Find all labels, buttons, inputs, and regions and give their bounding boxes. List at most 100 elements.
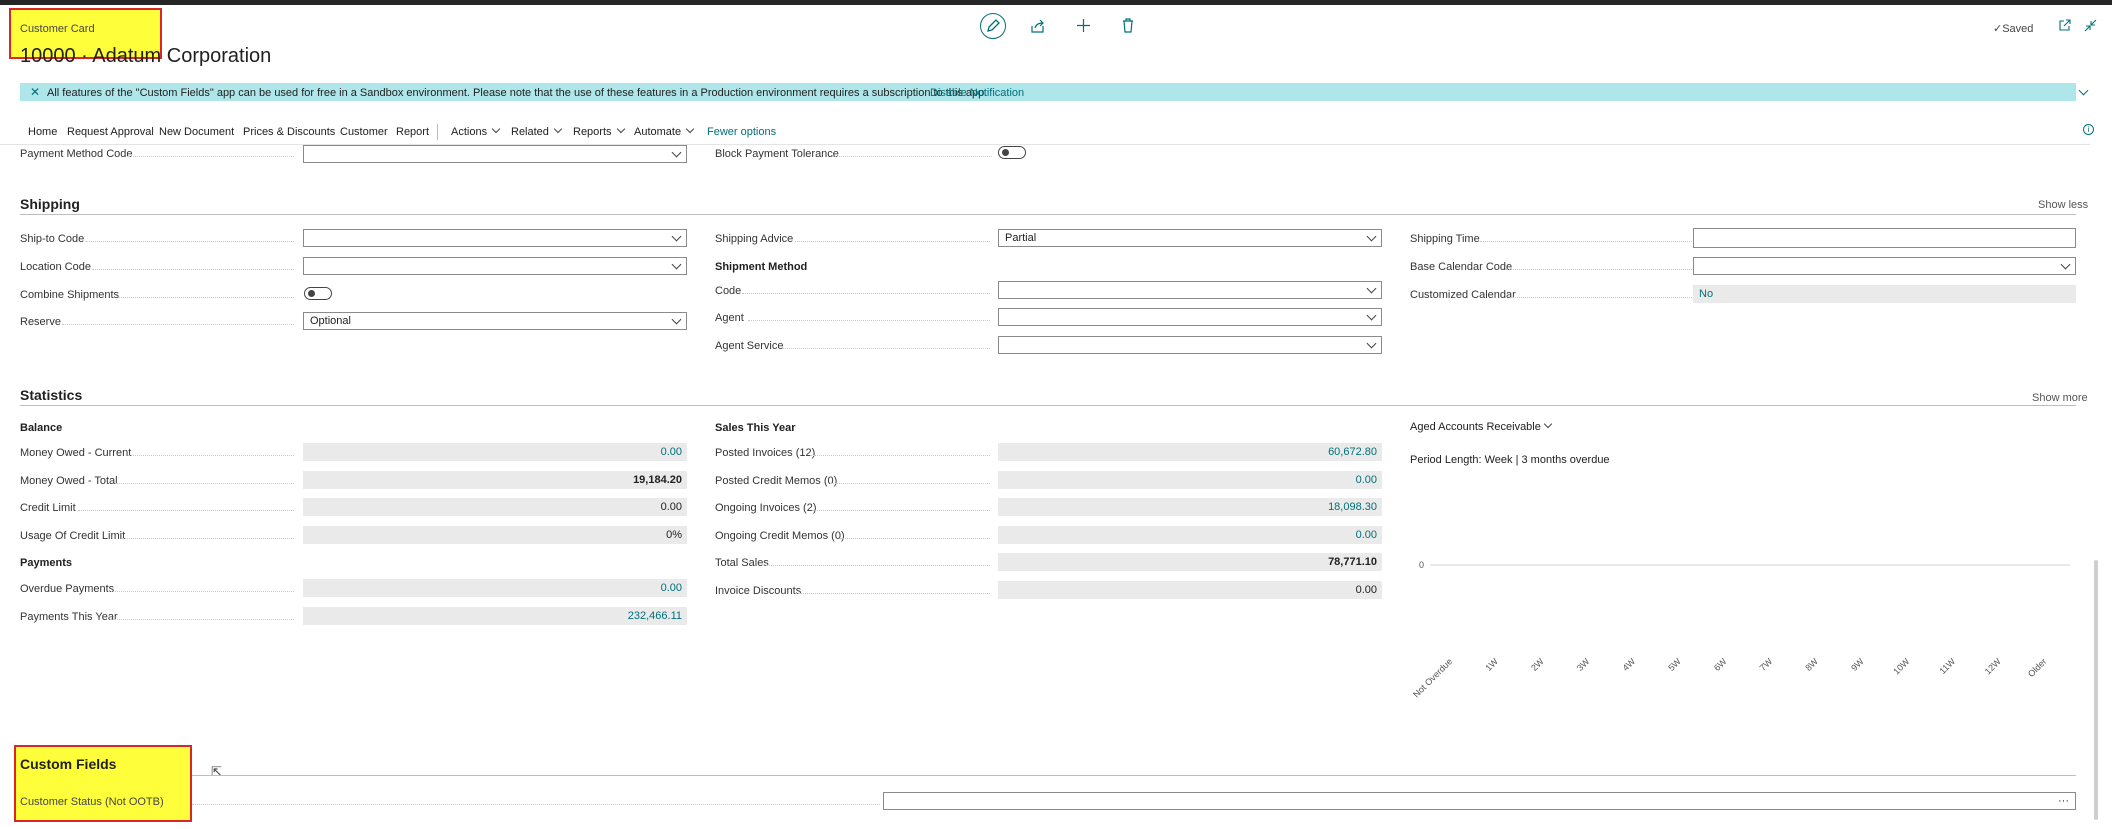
chevron-down-icon[interactable] (2078, 85, 2089, 96)
open-new-window-button[interactable] (2058, 19, 2071, 37)
ongoing-invoices-value[interactable]: 18,098.30 (998, 498, 1382, 516)
payments-this-year-value[interactable]: 232,466.11 (303, 607, 687, 625)
new-button[interactable] (1076, 18, 1091, 38)
nav-customer[interactable]: Customer (340, 126, 388, 138)
x-tick-label: 9W (1849, 656, 1866, 673)
leader-dots (1506, 269, 1692, 270)
combine-shipments-toggle[interactable] (304, 287, 332, 300)
money-owed-total-label: Money Owed - Total (20, 475, 118, 487)
period-length-text: Period Length: Week | 3 months overdue (1410, 454, 1610, 466)
delete-button[interactable] (1121, 18, 1135, 38)
invoice-discounts-label: Invoice Discounts (715, 585, 802, 597)
payments-heading: Payments (20, 557, 72, 569)
nav-related[interactable]: Related (511, 124, 563, 138)
nav-prices-discounts[interactable]: Prices & Discounts (243, 126, 335, 138)
leader-dots (62, 324, 294, 325)
shipment-code-field[interactable] (998, 281, 1382, 299)
statistics-show-more[interactable]: Show more (2032, 392, 2088, 404)
plus-icon (1077, 19, 1090, 32)
shipping-show-less[interactable]: Show less (2038, 199, 2088, 211)
checkmark-icon: ✓ (1993, 23, 2003, 35)
payments-this-year-label: Payments This Year (20, 611, 118, 623)
y-tick-label: 0 (1419, 560, 1424, 570)
shipping-section-title[interactable]: Shipping (20, 196, 80, 212)
nav-home[interactable]: Home (28, 126, 57, 138)
posted-invoices-value[interactable]: 60,672.80 (998, 443, 1382, 461)
shipping-advice-field[interactable]: Partial (998, 229, 1382, 247)
block-payment-tolerance-label: Block Payment Tolerance (715, 148, 839, 160)
shipment-code-label: Code (715, 285, 742, 297)
customized-calendar-label: Customized Calendar (1410, 289, 1516, 301)
chevron-down-icon (671, 231, 682, 242)
x-tick-label: 7W (1758, 656, 1775, 673)
statistics-section-title[interactable]: Statistics (20, 387, 82, 403)
chevron-down-icon (1366, 310, 1377, 321)
invoice-discounts-value: 0.00 (998, 581, 1382, 599)
x-tick-label: Not Overdue (1411, 656, 1454, 699)
window-top-bar (0, 0, 2112, 5)
breadcrumb[interactable]: Customer Card (20, 23, 95, 35)
overdue-payments-value[interactable]: 0.00 (303, 579, 687, 597)
leader-dots (840, 538, 990, 539)
chevron-down-icon (1366, 338, 1377, 349)
leader-dots (128, 156, 294, 157)
aged-receivable-dropdown[interactable]: Aged Accounts Receivable (1410, 419, 1553, 433)
leader-dots (795, 241, 990, 242)
nav-request-approval[interactable]: Request Approval (67, 126, 154, 138)
info-icon[interactable]: i (2083, 124, 2094, 135)
leader-dots (748, 320, 990, 321)
nav-automate[interactable]: Automate (634, 124, 695, 138)
usage-credit-limit-value: 0% (303, 526, 687, 544)
x-tick-label: 6W (1712, 656, 1729, 673)
agent-field[interactable] (998, 308, 1382, 326)
money-owed-current-value[interactable]: 0.00 (303, 443, 687, 461)
posted-credit-memos-value[interactable]: 0.00 (998, 471, 1382, 489)
chevron-down-icon (1366, 283, 1377, 294)
x-tick-label: 8W (1803, 656, 1820, 673)
chevron-down-icon (553, 124, 563, 134)
customized-calendar-value[interactable]: No (1693, 285, 2076, 303)
open-new-window-icon (2059, 19, 2071, 31)
nav-reports[interactable]: Reports (573, 124, 625, 138)
base-calendar-code-label: Base Calendar Code (1410, 261, 1513, 273)
ongoing-credit-memos-label: Ongoing Credit Memos (0) (715, 530, 845, 542)
block-payment-tolerance-toggle[interactable] (998, 146, 1026, 159)
sales-this-year-heading: Sales This Year (715, 422, 796, 434)
customer-status-field[interactable]: ··· (883, 792, 2076, 810)
custom-fields-section-title[interactable]: Custom Fields (20, 756, 116, 772)
agent-service-label: Agent Service (715, 340, 784, 352)
nav-report[interactable]: Report (396, 126, 429, 138)
more-options-icon[interactable]: ··· (2058, 793, 2069, 809)
scrollbar[interactable] (2094, 560, 2098, 820)
edit-button[interactable] (980, 13, 1006, 39)
ongoing-credit-memos-value[interactable]: 0.00 (998, 526, 1382, 544)
collapse-button[interactable] (2084, 19, 2097, 37)
combine-shipments-label: Combine Shipments (20, 289, 120, 301)
x-tick-label: 1W (1483, 656, 1500, 673)
agent-service-field[interactable] (998, 336, 1382, 354)
leader-dots (118, 297, 294, 298)
reserve-field[interactable]: Optional (303, 312, 687, 330)
nav-new-document[interactable]: New Document (159, 126, 234, 138)
payment-method-field[interactable] (303, 145, 687, 163)
nav-divider (437, 124, 438, 140)
disable-notification-link[interactable]: Disable Notification (930, 87, 1024, 99)
x-tick-label: 12W (1983, 656, 2004, 677)
shipping-time-field[interactable] (1693, 228, 2076, 248)
reserve-label: Reserve (20, 316, 61, 328)
ship-to-code-field[interactable] (303, 229, 687, 247)
chevron-down-icon (1366, 231, 1377, 242)
page-title: 10000 · Adatum Corporation (20, 45, 272, 67)
x-tick-label: 4W (1621, 656, 1638, 673)
shipment-method-heading: Shipment Method (715, 261, 808, 273)
share-button[interactable] (1030, 18, 1046, 39)
base-calendar-code-field[interactable] (1693, 257, 2076, 275)
location-code-field[interactable] (303, 257, 687, 275)
close-notification-icon[interactable]: ✕ (30, 85, 40, 99)
nav-fewer-options[interactable]: Fewer options (707, 126, 776, 138)
x-tick-label: 2W (1529, 656, 1546, 673)
leader-dots (782, 348, 990, 349)
leader-dots (830, 483, 990, 484)
total-sales-value: 78,771.10 (998, 553, 1382, 571)
nav-actions[interactable]: Actions (451, 124, 501, 138)
